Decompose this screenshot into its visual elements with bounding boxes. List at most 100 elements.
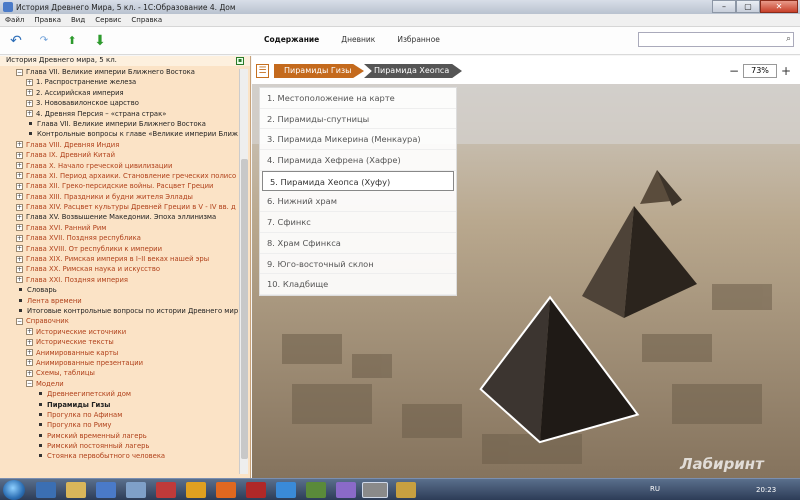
taskbar-app-opera-icon[interactable] [246, 482, 266, 498]
up-arrow-icon[interactable]: ⬆ [64, 33, 80, 49]
expand-icon[interactable]: + [16, 213, 23, 221]
tree-item[interactable]: + Глава XX. Римская наука и искусство [0, 264, 238, 274]
expand-icon[interactable]: + [26, 369, 33, 377]
object-item-selected[interactable]: 5. Пирамида Хеопса (Хуфу) [262, 170, 454, 192]
taskbar-app-misc-icon[interactable] [336, 482, 356, 498]
tree-item[interactable]: + Глава XVI. Ранний Рим [0, 223, 238, 233]
taskbar-app-1c-icon[interactable] [96, 482, 116, 498]
expand-icon[interactable]: + [26, 359, 33, 367]
tree-item[interactable]: + Глава XV. Возвышение Македонии. Эпоха э… [0, 212, 238, 222]
expand-icon[interactable]: + [16, 255, 23, 263]
breadcrumb-cheops[interactable]: Пирамида Хеопса [364, 64, 462, 78]
expand-icon[interactable]: + [16, 245, 23, 253]
zoom-in-icon[interactable]: + [780, 64, 792, 78]
language-indicator[interactable]: RU [650, 485, 660, 493]
minimize-button[interactable]: – [712, 0, 736, 13]
taskbar-app-active-icon[interactable] [362, 482, 388, 498]
taskbar-app-extra-icon[interactable] [396, 482, 416, 498]
taskbar-app-utorrent-icon[interactable] [306, 482, 326, 498]
pin-icon[interactable]: ▪ [236, 57, 244, 65]
tree-item[interactable]: Лента времени [0, 296, 238, 306]
tree-item[interactable]: Прогулка по Риму [0, 420, 238, 430]
expand-icon[interactable]: + [16, 234, 23, 242]
object-item[interactable]: 9. Юго-восточный склон [260, 254, 456, 275]
tree-item[interactable]: + Глава VIII. Древняя Индия [0, 140, 238, 150]
tree-item[interactable]: + Глава XVII. Поздняя республика [0, 233, 238, 243]
down-arrow-icon[interactable]: ⬇ [92, 33, 108, 49]
expand-icon[interactable]: + [16, 193, 23, 201]
taskbar-app-media-icon[interactable] [156, 482, 176, 498]
expand-icon[interactable]: + [26, 328, 33, 336]
tree-item[interactable]: + Глава XIV. Расцвет культуры Древней Гре… [0, 202, 238, 212]
tab-diary[interactable]: Дневник [341, 35, 375, 44]
object-item[interactable]: 1. Местоположение на карте [260, 88, 456, 109]
scroll-thumb[interactable] [241, 159, 248, 459]
expand-icon[interactable]: + [16, 182, 23, 190]
expand-icon[interactable]: + [26, 99, 33, 107]
object-item[interactable]: 2. Пирамиды-спутницы [260, 109, 456, 130]
expand-icon[interactable]: + [26, 349, 33, 357]
sidebar-scrollbar[interactable] [239, 69, 248, 474]
collapse-icon[interactable]: − [26, 380, 33, 388]
object-item[interactable]: 3. Пирамида Микерина (Менкаура) [260, 129, 456, 151]
zoom-out-icon[interactable]: − [728, 64, 740, 78]
tree-item[interactable]: + Глава IX. Древний Китай [0, 150, 238, 160]
tree-item[interactable]: Итоговые контрольные вопросы по истории … [0, 306, 238, 316]
tree-item[interactable]: Прогулка по Афинам [0, 410, 238, 420]
taskbar-app-chrome-icon[interactable] [186, 482, 206, 498]
tree-item[interactable]: Контрольные вопросы к главе «Великие имп… [0, 129, 238, 139]
clock[interactable]: 20:23 [756, 486, 776, 494]
expand-icon[interactable]: + [26, 338, 33, 346]
tree-item[interactable]: Стоянка первобытного человека [0, 451, 238, 461]
taskbar-app-folder-icon[interactable] [66, 482, 86, 498]
pyramids-aerial-photo[interactable]: 1. Местоположение на карте 2. Пирамиды-сп… [252, 84, 800, 478]
menu-service[interactable]: Сервис [90, 16, 126, 24]
breadcrumb-giza[interactable]: Пирамиды Гизы [274, 64, 364, 78]
object-item[interactable]: 8. Храм Сфинкса [260, 233, 456, 254]
back-arrow-icon[interactable]: ↶ [8, 33, 24, 49]
collapse-icon[interactable]: − [16, 68, 23, 76]
object-item[interactable]: 4. Пирамида Хефрена (Хафре) [260, 150, 456, 171]
tree-item[interactable]: + Глава XII. Греко-персидские войны. Расц… [0, 181, 238, 191]
expand-icon[interactable]: + [26, 110, 33, 118]
tree-item[interactable]: Глава VII. Великие империи Ближнего Вост… [0, 119, 238, 129]
tree-item[interactable]: Римский постоянный лагерь [0, 441, 238, 451]
tree-item[interactable]: + Глава XIX. Римская империя в I–II веках… [0, 254, 238, 264]
tree-item[interactable]: − Глава VII. Великие империи Ближнего Вос… [0, 67, 238, 77]
expand-icon[interactable]: + [16, 151, 23, 159]
taskbar-app-skype-icon[interactable] [276, 482, 296, 498]
expand-icon[interactable]: + [16, 276, 23, 284]
collapse-icon[interactable]: − [16, 317, 23, 325]
expand-icon[interactable]: + [16, 141, 23, 149]
tree-item[interactable]: +3. Нововавилонское царство [0, 98, 238, 108]
tree-item[interactable]: Пирамиды Гизы [0, 400, 238, 410]
tree-item[interactable]: − Справочник [0, 316, 238, 326]
taskbar-app-doc-icon[interactable] [126, 482, 146, 498]
search-icon[interactable]: ⌕ [786, 34, 791, 44]
menu-edit[interactable]: Правка [29, 16, 66, 24]
tree-item[interactable]: +1. Распространение железа [0, 77, 238, 87]
expand-icon[interactable]: + [16, 172, 23, 180]
tree-item[interactable]: +4. Древняя Персия – «страна страк» [0, 109, 238, 119]
tree-item[interactable]: + Исторические источники [0, 327, 238, 337]
forward-arrow-icon[interactable]: ↷ [36, 33, 52, 49]
tree-item[interactable]: + Глава X. Начало греческой цивилизации [0, 161, 238, 171]
expand-icon[interactable]: + [26, 78, 33, 86]
tree-item[interactable]: + Анимированные карты [0, 348, 238, 358]
tree-item[interactable]: + Глава XXI. Поздняя империя [0, 275, 238, 285]
taskbar-app-firefox-icon[interactable] [216, 482, 236, 498]
tree-item[interactable]: + Исторические тексты [0, 337, 238, 347]
search-input[interactable]: ⌕ [638, 32, 794, 47]
tree-item[interactable]: +2. Ассирийская империя [0, 88, 238, 98]
tree-item[interactable]: + Глава XVIII. От республики к империи [0, 244, 238, 254]
object-item[interactable]: 10. Кладбище [260, 274, 456, 295]
tree-item[interactable]: + Анимированные презентации [0, 358, 238, 368]
tree-item[interactable]: + Глава XI. Период архаики. Становление г… [0, 171, 238, 181]
menu-view[interactable]: Вид [66, 16, 90, 24]
tree-item[interactable]: Древнеегипетский дом [0, 389, 238, 399]
object-item[interactable]: 6. Нижний храм [260, 191, 456, 213]
start-button[interactable] [3, 480, 25, 500]
close-button[interactable]: ✕ [760, 0, 798, 13]
expand-icon[interactable]: + [26, 89, 33, 97]
list-menu-icon[interactable]: ☰ [256, 64, 269, 78]
